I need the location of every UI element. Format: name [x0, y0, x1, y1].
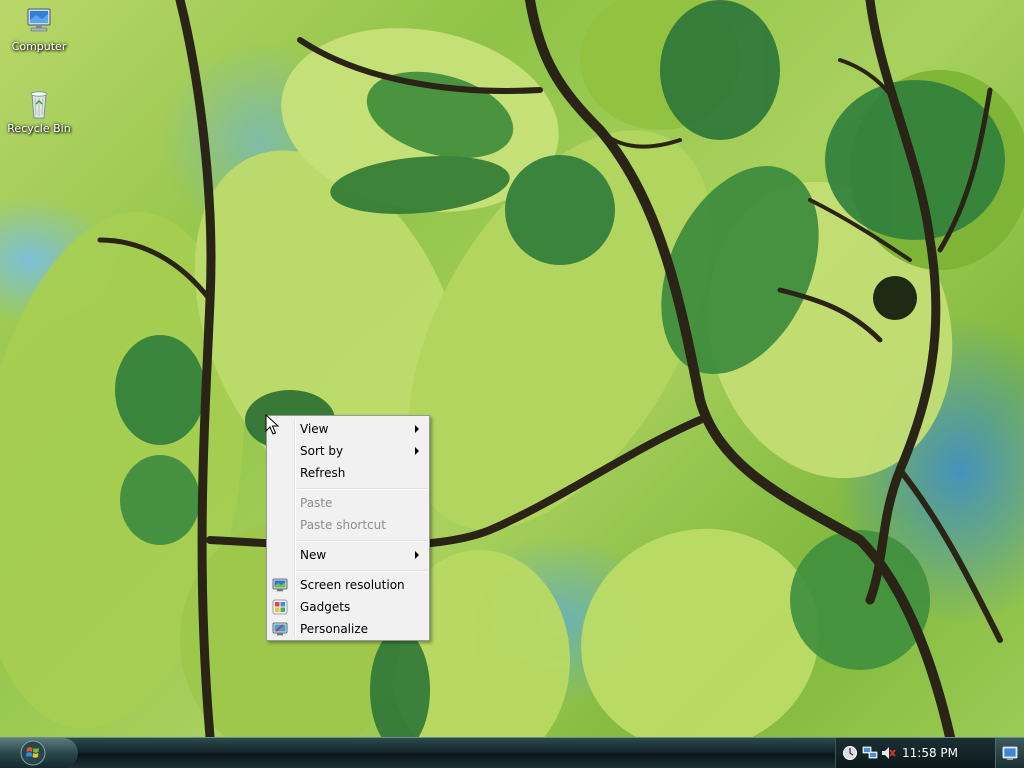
- desktop[interactable]: Computer Recycle Bin View Sort by Refres…: [0, 0, 1024, 737]
- menu-item-paste: Paste: [269, 492, 427, 514]
- submenu-arrow-icon: [415, 551, 419, 559]
- menu-item-refresh[interactable]: Refresh: [269, 462, 427, 484]
- desktop-icon-recycle-bin[interactable]: Recycle Bin: [2, 88, 76, 135]
- wallpaper-image: [0, 0, 1024, 737]
- computer-icon: [22, 6, 56, 38]
- menu-separator: [297, 540, 427, 542]
- menu-separator: [297, 570, 427, 572]
- menu-item-gadgets[interactable]: Gadgets: [269, 596, 427, 618]
- menu-item-label: Sort by: [300, 444, 344, 458]
- volume-muted-icon[interactable]: [880, 745, 896, 761]
- menu-separator: [297, 488, 427, 490]
- submenu-arrow-icon: [415, 447, 419, 455]
- clock[interactable]: 11:58 PM: [902, 738, 958, 768]
- taskbar: 11:58 PM: [0, 737, 1024, 768]
- menu-item-paste-shortcut: Paste shortcut: [269, 514, 427, 536]
- menu-item-view[interactable]: View: [269, 418, 427, 440]
- recycle-bin-icon: [22, 88, 56, 120]
- notification-area: 11:58 PM: [835, 738, 996, 768]
- mouse-cursor-icon: [265, 414, 279, 435]
- menu-item-label: Screen resolution: [300, 578, 405, 592]
- show-desktop-icon: [1002, 746, 1018, 760]
- desktop-context-menu[interactable]: View Sort by Refresh Paste Paste shortcu…: [266, 415, 430, 641]
- submenu-arrow-icon: [415, 425, 419, 433]
- desktop-icon-label: Computer: [11, 40, 67, 53]
- network-icon[interactable]: [862, 745, 878, 761]
- menu-item-label: New: [300, 548, 327, 562]
- action-center-icon[interactable]: [842, 745, 858, 761]
- windows-logo-icon: [20, 740, 46, 766]
- menu-item-label: Gadgets: [300, 600, 351, 614]
- desktop-icon-computer[interactable]: Computer: [2, 6, 76, 53]
- menu-item-screen-resolution[interactable]: Screen resolution: [269, 574, 427, 596]
- menu-item-personalize[interactable]: Personalize: [269, 618, 427, 640]
- show-desktop-button[interactable]: [995, 738, 1024, 768]
- menu-item-sort-by[interactable]: Sort by: [269, 440, 427, 462]
- menu-item-label: Paste: [300, 496, 333, 510]
- menu-item-label: View: [300, 422, 329, 436]
- menu-item-label: Refresh: [300, 466, 346, 480]
- gadgets-icon: [272, 599, 288, 615]
- start-button[interactable]: [0, 738, 78, 768]
- screen-resolution-icon: [272, 577, 288, 593]
- menu-item-label: Personalize: [300, 622, 369, 636]
- menu-item-label: Paste shortcut: [300, 518, 386, 532]
- desktop-icon-label: Recycle Bin: [7, 122, 71, 135]
- menu-item-new[interactable]: New: [269, 544, 427, 566]
- personalize-icon: [272, 621, 288, 637]
